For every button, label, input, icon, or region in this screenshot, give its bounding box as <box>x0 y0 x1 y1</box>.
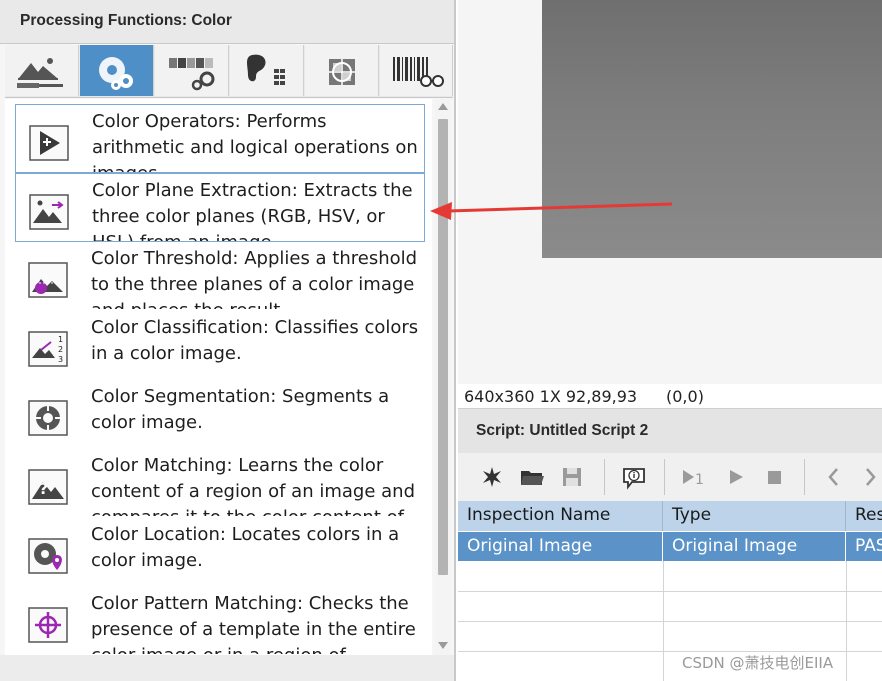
binary-grid-icon <box>247 54 285 85</box>
list-item-label: Color Operators: Performs arithmetic and… <box>92 111 418 172</box>
scroll-thumb[interactable] <box>438 119 448 575</box>
toolbar-separator <box>804 459 805 495</box>
list-scrollbar[interactable] <box>435 99 451 655</box>
svg-text:1: 1 <box>695 472 704 488</box>
processing-functions-panel: Processing Functions: Color Color Operat… <box>0 0 456 681</box>
tab-identification[interactable] <box>380 45 453 96</box>
list-item-label: Color Threshold: Applies a threshold to … <box>91 248 418 309</box>
scroll-up-icon[interactable] <box>438 103 448 110</box>
table-cell-result[interactable]: PAS <box>846 532 882 561</box>
svg-text:3: 3 <box>58 355 63 364</box>
list-item-label: Color Plane Extraction: Extracts the thr… <box>92 180 413 241</box>
color-gears-icon <box>99 57 133 90</box>
image-processing-icon <box>17 58 63 88</box>
info-icon[interactable] <box>620 463 648 491</box>
toolbar-separator <box>664 459 665 495</box>
color-classification-icon: 1 2 3 <box>28 331 68 367</box>
color-segmentation-icon <box>28 400 68 436</box>
tab-grayscale[interactable] <box>155 45 229 96</box>
image-viewer[interactable] <box>458 0 882 384</box>
grid-line <box>458 591 882 592</box>
panel-header: Processing Functions: Color <box>0 0 454 44</box>
watermark: CSDN @萧技电创EIIA <box>682 654 834 672</box>
script-toolbar: 1 <box>458 453 882 501</box>
svg-text:?: ? <box>39 479 48 498</box>
image-info: 640x360 1X 92,89,93 <box>464 387 638 406</box>
list-item-color-classification[interactable]: 1 2 3 Color Classification: Classifies c… <box>15 311 425 380</box>
list-item-label: Color Location: Locates colors in a colo… <box>91 524 400 571</box>
color-operators-icon <box>29 125 69 161</box>
new-icon[interactable] <box>478 463 506 491</box>
list-item-color-pattern-matching[interactable]: Color Pattern Matching: Checks the prese… <box>15 587 425 655</box>
table-cell-type[interactable]: Original Image <box>663 532 846 561</box>
tab-color[interactable] <box>80 45 154 96</box>
machine-vision-icon <box>329 59 355 85</box>
column-header-type[interactable]: Type <box>663 501 846 531</box>
script-panel: Script: Untitled Script 2 1 Inspection N… <box>458 408 882 681</box>
list-item-label: Color Classification: Classifies colors … <box>91 317 419 364</box>
function-category-tabs <box>5 45 453 98</box>
prev-icon[interactable] <box>820 463 848 491</box>
grayscale-gears-icon <box>169 58 215 91</box>
tab-machine-vision[interactable] <box>305 45 379 96</box>
tab-image-processing[interactable] <box>5 45 79 96</box>
cursor-coordinates: (0,0) <box>666 387 704 406</box>
tab-binary[interactable] <box>230 45 304 96</box>
column-header-result[interactable]: Res <box>846 501 882 531</box>
svg-text:1: 1 <box>58 335 63 344</box>
scroll-down-icon[interactable] <box>438 642 448 649</box>
open-folder-icon[interactable] <box>518 463 546 491</box>
run-once-icon[interactable]: 1 <box>680 463 708 491</box>
save-icon[interactable] <box>558 463 586 491</box>
grid-line <box>663 561 664 681</box>
panel-title: Processing Functions: Color <box>20 12 232 29</box>
color-matching-icon: ? <box>28 469 68 505</box>
script-header: Script: Untitled Script 2 <box>458 408 882 453</box>
list-item-color-location[interactable]: Color Location: Locates colors in a colo… <box>15 518 425 587</box>
list-item-color-threshold[interactable]: Color Threshold: Applies a threshold to … <box>15 242 425 311</box>
toolbar-separator <box>604 459 605 495</box>
grid-line <box>458 621 882 622</box>
color-threshold-icon <box>28 262 68 298</box>
next-icon[interactable] <box>856 463 882 491</box>
list-item-label: Color Pattern Matching: Checks the prese… <box>91 593 416 654</box>
list-item-color-matching[interactable]: ? Color Matching: Learns the color conte… <box>15 449 425 518</box>
list-item-color-plane-extraction[interactable]: Color Plane Extraction: Extracts the thr… <box>15 173 425 242</box>
table-cell-inspection-name[interactable]: Original Image <box>458 532 663 561</box>
grid-line <box>846 561 847 681</box>
list-item-color-operators[interactable]: Color Operators: Performs arithmetic and… <box>15 104 425 173</box>
function-list: Color Operators: Performs arithmetic and… <box>5 99 432 655</box>
list-item-label: Color Matching: Learns the color content… <box>91 455 415 516</box>
list-item-label: Color Segmentation: Segments a color ima… <box>91 386 390 433</box>
barcode-glasses-icon <box>393 57 444 87</box>
color-location-icon <box>28 538 68 574</box>
color-plane-extraction-icon <box>29 194 69 230</box>
list-item-color-segmentation[interactable]: Color Segmentation: Segments a color ima… <box>15 380 425 449</box>
stop-icon[interactable] <box>760 463 788 491</box>
color-pattern-matching-icon <box>28 607 68 643</box>
panel-footer <box>0 655 454 681</box>
svg-text:2: 2 <box>58 345 63 354</box>
script-title: Script: Untitled Script 2 <box>476 422 649 439</box>
run-icon[interactable] <box>722 463 750 491</box>
column-header-inspection-name[interactable]: Inspection Name <box>458 501 663 531</box>
image-display <box>542 0 882 258</box>
